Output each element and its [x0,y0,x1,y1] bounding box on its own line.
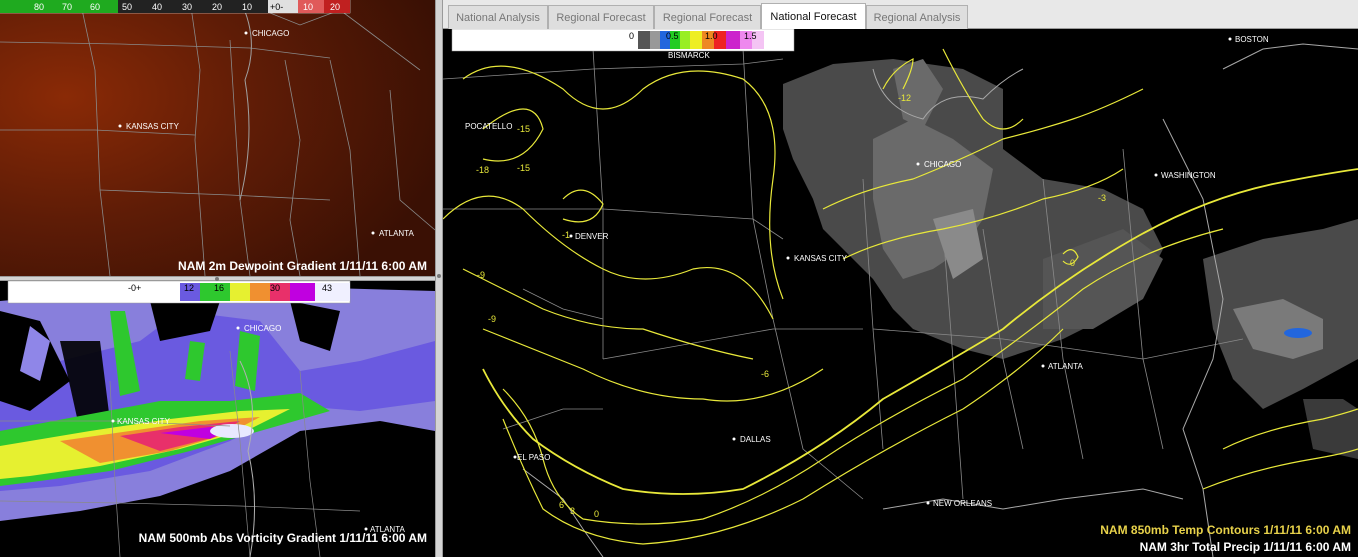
colorbar-label: 1.0 [705,31,718,41]
contour-label: -18 [476,165,489,175]
colorbar-label: 30 [182,2,192,12]
colorbar-label: 70 [62,2,72,12]
precip-title: NAM 3hr Total Precip 1/11/11 6:00 AM [1140,540,1351,554]
colorbar-label: 20 [330,2,340,12]
contour-label: -1 [562,230,570,240]
colorbar-label: 0.5 [666,31,679,41]
colorbar-label: 50 [122,2,132,12]
contour-label: -6 [761,369,769,379]
tab-regional-forecast-1[interactable]: Regional Forecast [548,5,654,29]
city-label: CHICAGO [924,160,961,169]
city-label: DALLAS [740,435,771,444]
colorbar-label: 30 [270,283,280,293]
vorticity-colorbar: -0+ 12 16 30 43 [7,281,351,304]
colorbar-label: 10 [303,2,313,12]
colorbar-label: 80 [34,2,44,12]
panel-title: NAM 2m Dewpoint Gradient 1/11/11 6:00 AM [178,259,427,273]
heavy-precip-spot [1284,328,1312,338]
city-label: POCATELLO [465,122,512,131]
city-label: ATLANTA [379,229,414,238]
colorbar-label: 40 [152,2,162,12]
city-label: BOSTON [1235,35,1269,44]
colorbar-label: 0 [629,31,634,41]
contour-label: 3 [570,506,575,516]
colorbar-label: 10 [242,2,252,12]
tab-label: Regional Forecast [662,12,753,24]
contour-label: 0 [594,509,599,519]
colorbar-label: 20 [212,2,222,12]
colorbar-label: 16 [214,283,224,293]
panel-title: NAM 500mb Abs Vorticity Gradient 1/11/11… [139,531,427,545]
tab-regional-analysis[interactable]: Regional Analysis [866,5,968,29]
city-label: EL PASO [517,453,550,462]
city-label: WASHINGTON [1161,171,1216,180]
temp-contours-title: NAM 850mb Temp Contours 1/11/11 6:00 AM [1100,523,1351,537]
contour-label: -12 [898,93,911,103]
contour-label: 6 [559,500,564,510]
vertical-splitter[interactable] [435,0,443,557]
tab-regional-forecast-2[interactable]: Regional Forecast [654,5,761,29]
tab-label: Regional Forecast [556,12,646,24]
tab-label: Regional Analysis [873,12,961,24]
city-label: CHICAGO [252,29,289,38]
contour-label: -3 [1098,193,1106,203]
colorbar-label: 60 [90,2,100,12]
dewpoint-panel[interactable]: CHICAGO KANSAS CITY ATLANTA 80 70 60 50 … [0,0,435,276]
tab-label: National Forecast [770,11,857,23]
city-label: KANSAS CITY [117,417,171,426]
city-label: BISMARCK [668,51,710,60]
colorbar-label: +0- [270,2,283,12]
tab-national-analysis[interactable]: National Analysis [448,5,548,29]
city-label: NEW ORLEANS [933,499,992,508]
contour-label: 0 [1070,258,1075,268]
dewpoint-field [0,0,435,276]
contour-label: -15 [517,124,530,134]
city-label: ATLANTA [1048,362,1083,371]
city-label: DENVER [575,232,609,241]
colorbar-label: 43 [322,283,332,293]
city-label: KANSAS CITY [794,254,848,263]
contour-label: -9 [477,270,485,280]
tab-bar: National Analysis Regional Forecast Regi… [443,0,1358,29]
city-label: CHICAGO [244,324,281,333]
colorbar-label: 12 [184,283,194,293]
city-label: KANSAS CITY [126,122,180,131]
vorticity-panel[interactable]: CHICAGO KANSAS CITY ATLANTA -0+ 12 16 30… [0,281,435,557]
tab-national-forecast[interactable]: National Forecast [761,3,866,29]
precip-colorbar: 0 0.5 1.0 1.5 [451,29,795,52]
colorbar-label: 1.5 [744,31,757,41]
national-forecast-map[interactable]: -12 -15 -15 -18 -1 -9 -9 -6 -3 0 6 3 0 B… [443,29,1358,557]
contour-label: -9 [488,314,496,324]
contour-label: -15 [517,163,530,173]
dewpoint-colorbar: 80 70 60 50 40 30 20 10 +0- 10 20 [0,0,351,14]
colorbar-label: -0+ [128,283,141,293]
tab-label: National Analysis [456,12,540,24]
